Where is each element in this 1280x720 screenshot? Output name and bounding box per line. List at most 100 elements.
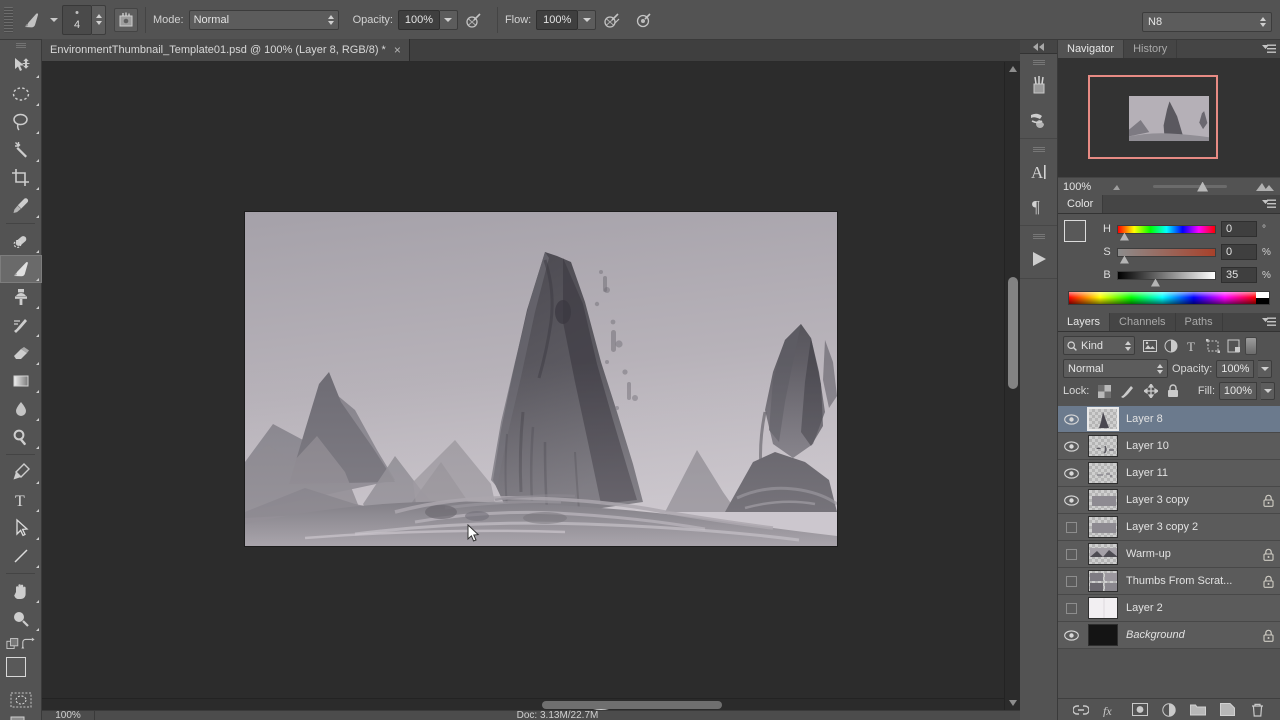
workspace-switcher[interactable]: N8	[1142, 12, 1272, 32]
layer-name[interactable]: Layer 11	[1122, 467, 1256, 479]
tool-path-selection[interactable]	[0, 514, 42, 542]
link-layers-icon[interactable]	[1072, 702, 1089, 718]
edit-toolbar-icon[interactable]	[6, 637, 21, 651]
layer-row[interactable]: Layer 2	[1058, 595, 1280, 622]
layer-thumbnail[interactable]	[1084, 406, 1122, 433]
opacity-pressure-toggle[interactable]	[462, 8, 486, 32]
color-panel-swatches[interactable]	[1064, 220, 1098, 254]
blend-mode-select[interactable]: Normal	[188, 9, 339, 30]
navigator-zoom-value[interactable]: 100%	[1063, 181, 1105, 193]
zoom-level[interactable]: 100%	[42, 710, 94, 720]
layer-row[interactable]: Warm-up	[1058, 541, 1280, 568]
tool-eraser[interactable]	[0, 339, 42, 367]
layer-name[interactable]: Layer 8	[1122, 413, 1256, 425]
tab-history[interactable]: History	[1124, 40, 1178, 58]
tablet-pressure-size-toggle[interactable]	[114, 7, 138, 32]
layer-fill-value[interactable]: 100%	[1219, 382, 1257, 400]
layer-visibility-empty-icon[interactable]	[1058, 541, 1084, 568]
brightness-ramp[interactable]	[1117, 270, 1216, 287]
tool-lasso[interactable]	[0, 108, 42, 136]
layer-name[interactable]: Warm-up	[1122, 548, 1256, 560]
layer-visibility-empty-icon[interactable]	[1058, 514, 1084, 541]
saturation-ramp[interactable]	[1117, 247, 1216, 264]
filter-type-icon[interactable]: T	[1185, 339, 1199, 353]
tool-move[interactable]	[0, 52, 42, 80]
layer-row[interactable]: Layer 3 copy 2	[1058, 514, 1280, 541]
screen-mode-button[interactable]	[0, 711, 42, 720]
tab-layers[interactable]: Layers	[1058, 313, 1111, 331]
filter-shape-icon[interactable]	[1206, 338, 1220, 353]
hue-marker[interactable]	[1119, 232, 1129, 241]
tool-marquee[interactable]	[0, 80, 42, 108]
lock-image-pixels-icon[interactable]	[1120, 385, 1135, 398]
filter-pixel-icon[interactable]	[1143, 339, 1157, 353]
new-adjustment-layer-icon[interactable]	[1161, 702, 1177, 718]
brightness-field[interactable]: 35	[1221, 267, 1257, 283]
scroll-up-arrow-icon[interactable]	[1005, 62, 1021, 76]
layer-row[interactable]: Background	[1058, 622, 1280, 649]
tool-eyedropper[interactable]	[0, 192, 42, 220]
layer-visibility-empty-icon[interactable]	[1058, 568, 1084, 595]
saturation-field[interactable]: 0	[1221, 244, 1257, 260]
tab-paths[interactable]: Paths	[1176, 313, 1223, 331]
document-tab[interactable]: EnvironmentThumbnail_Template01.psd @ 10…	[42, 39, 410, 61]
layer-row[interactable]: Layer 10	[1058, 433, 1280, 460]
filter-smartobject-icon[interactable]	[1227, 339, 1241, 353]
tab-channels[interactable]: Channels	[1110, 313, 1176, 331]
canvas-vertical-scrollbar[interactable]	[1004, 62, 1020, 710]
canvas-area[interactable]: 人人素材 www.rr-sc.com	[42, 62, 1020, 710]
tool-blur[interactable]	[0, 395, 42, 423]
new-layer-icon[interactable]	[1220, 702, 1236, 718]
navigator-zoom-slider[interactable]	[1131, 181, 1249, 193]
layer-row[interactable]: Layer 3 copy	[1058, 487, 1280, 514]
layer-visibility-eye-icon[interactable]	[1058, 622, 1084, 649]
flow-value[interactable]: 100%	[536, 9, 579, 30]
brush-size-field[interactable]: 4	[62, 4, 92, 35]
brush-size-stepper[interactable]	[92, 4, 106, 35]
layer-fill-slider-button[interactable]	[1261, 382, 1275, 400]
brush-preset-chevron-icon[interactable]	[50, 17, 58, 22]
foreground-color-swatch[interactable]	[6, 657, 26, 677]
layer-style-fx-icon[interactable]: fx	[1102, 702, 1118, 718]
layer-name[interactable]: Layer 3 copy	[1122, 494, 1256, 506]
lock-transparent-pixels-icon[interactable]	[1098, 384, 1112, 398]
tool-pen[interactable]	[0, 458, 42, 486]
vertical-scroll-thumb[interactable]	[1008, 277, 1018, 389]
tab-color[interactable]: Color	[1058, 195, 1104, 213]
layer-row[interactable]: Layer 11	[1058, 460, 1280, 487]
layer-visibility-eye-icon[interactable]	[1058, 460, 1084, 487]
layer-thumbnail[interactable]	[1084, 541, 1122, 568]
navigator-panel-menu-button[interactable]	[1262, 44, 1276, 55]
hue-field[interactable]: 0	[1221, 221, 1257, 237]
tools-panel-grip[interactable]	[0, 40, 41, 52]
opacity-value[interactable]: 100%	[397, 9, 440, 30]
layer-name[interactable]: Thumbs From Scrat...	[1122, 575, 1256, 587]
panel-icon-paragraph[interactable]: ¶	[1020, 189, 1057, 223]
strip-grip[interactable]	[1020, 58, 1057, 68]
strip-grip[interactable]	[1020, 145, 1057, 155]
canvas-horizontal-scrollbar[interactable]	[42, 698, 1004, 710]
tool-hand[interactable]	[0, 577, 42, 605]
layer-visibility-eye-icon[interactable]	[1058, 487, 1084, 514]
layer-visibility-eye-icon[interactable]	[1058, 433, 1084, 460]
saturation-marker[interactable]	[1119, 255, 1129, 264]
lock-all-icon[interactable]	[1167, 384, 1179, 398]
filter-adjustment-icon[interactable]	[1164, 339, 1178, 353]
layer-name[interactable]: Layer 2	[1122, 602, 1256, 614]
tab-navigator[interactable]: Navigator	[1058, 40, 1125, 58]
hue-ramp[interactable]	[1117, 224, 1216, 241]
layer-thumbnail[interactable]	[1084, 487, 1122, 514]
tool-line[interactable]	[0, 542, 42, 570]
document-size-info[interactable]: Doc: 3.13M/22.7M	[95, 710, 1020, 720]
color-panel-menu-button[interactable]	[1262, 199, 1276, 210]
layer-thumbnail[interactable]	[1084, 622, 1122, 649]
tool-brush[interactable]	[0, 255, 42, 283]
brightness-marker[interactable]	[1150, 278, 1160, 287]
layer-opacity-value[interactable]: 100%	[1216, 359, 1255, 378]
layer-row[interactable]: Layer 8	[1058, 406, 1280, 433]
tool-clone-stamp[interactable]	[0, 283, 42, 311]
layer-thumbnail[interactable]	[1084, 514, 1122, 541]
layer-name[interactable]: Background	[1122, 629, 1256, 641]
tool-type[interactable]: T	[0, 486, 42, 514]
close-icon[interactable]: ×	[394, 44, 401, 56]
